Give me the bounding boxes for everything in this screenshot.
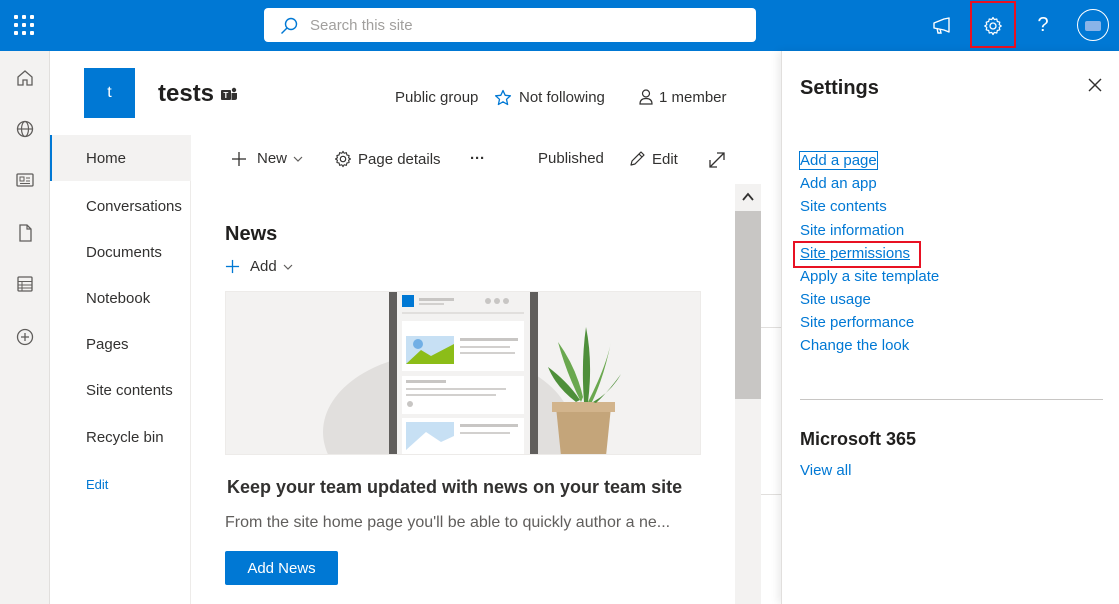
person-icon bbox=[639, 89, 653, 105]
nav-item-site-contents[interactable]: Site contents bbox=[50, 367, 191, 413]
site-navigation: Home Conversations Documents Notebook Pa… bbox=[50, 135, 191, 604]
teams-icon: T bbox=[221, 87, 237, 100]
members-button[interactable]: 1 member bbox=[659, 89, 727, 106]
add-news-button[interactable]: Add News bbox=[225, 551, 338, 585]
news-add-button[interactable]: Add bbox=[225, 258, 293, 275]
home-icon[interactable] bbox=[15, 68, 35, 88]
news-promo-text: From the site home page you'll be able t… bbox=[225, 514, 671, 531]
content-scrollbar[interactable] bbox=[735, 184, 761, 604]
settings-divider bbox=[800, 399, 1103, 400]
list-icon[interactable] bbox=[15, 274, 35, 294]
nav-item-documents[interactable]: Documents bbox=[50, 229, 191, 275]
site-information-link[interactable]: Site information bbox=[800, 222, 904, 239]
svg-text:T: T bbox=[223, 91, 228, 100]
app-launcher-icon[interactable] bbox=[14, 15, 34, 35]
page-details-button[interactable]: Page details bbox=[334, 150, 441, 168]
plus-icon bbox=[232, 151, 246, 166]
scrollbar-thumb[interactable] bbox=[735, 211, 761, 399]
divider bbox=[761, 494, 781, 495]
add-circle-icon[interactable] bbox=[15, 327, 35, 347]
news-icon[interactable] bbox=[15, 170, 35, 190]
apply-site-template-link[interactable]: Apply a site template bbox=[800, 268, 939, 285]
nav-item-recycle-bin[interactable]: Recycle bin bbox=[50, 414, 191, 460]
chevron-down-icon bbox=[293, 156, 303, 162]
settings-panel-title: Settings bbox=[800, 77, 879, 99]
close-icon[interactable] bbox=[1085, 75, 1105, 95]
nav-item-conversations[interactable]: Conversations bbox=[50, 183, 191, 229]
pencil-icon bbox=[630, 151, 645, 166]
nav-item-pages[interactable]: Pages bbox=[50, 321, 191, 367]
edit-page-button[interactable]: Edit bbox=[628, 150, 678, 168]
globe-icon[interactable] bbox=[15, 119, 35, 139]
add-an-app-link[interactable]: Add an app bbox=[800, 175, 877, 192]
help-icon[interactable]: ? bbox=[1020, 0, 1066, 51]
site-contents-link[interactable]: Site contents bbox=[800, 198, 887, 215]
search-input[interactable]: Search this site bbox=[310, 17, 413, 34]
gear-icon bbox=[334, 150, 352, 168]
add-a-page-link[interactable]: Add a page bbox=[799, 151, 878, 170]
search-box[interactable]: Search this site bbox=[264, 8, 756, 42]
view-all-link[interactable]: View all bbox=[800, 462, 851, 479]
microsoft-365-heading: Microsoft 365 bbox=[800, 429, 917, 449]
group-type-label: Public group bbox=[395, 89, 479, 106]
more-options-button[interactable]: ··· bbox=[470, 150, 485, 167]
published-status: Published bbox=[538, 150, 604, 167]
search-icon bbox=[281, 17, 298, 34]
site-logo[interactable]: t bbox=[84, 68, 135, 118]
site-permissions-highlight-box bbox=[793, 241, 921, 268]
divider bbox=[761, 327, 781, 328]
change-the-look-link[interactable]: Change the look bbox=[800, 337, 909, 354]
avatar[interactable] bbox=[1077, 9, 1109, 41]
file-icon[interactable] bbox=[15, 223, 35, 243]
gear-highlight-box bbox=[970, 1, 1016, 48]
site-performance-link[interactable]: Site performance bbox=[800, 314, 914, 331]
expand-icon[interactable] bbox=[708, 151, 726, 169]
site-title[interactable]: tests bbox=[158, 80, 214, 108]
nav-item-notebook[interactable]: Notebook bbox=[50, 275, 191, 321]
scroll-up-arrow-icon[interactable] bbox=[742, 192, 754, 202]
new-button[interactable]: New bbox=[231, 150, 303, 167]
plus-icon bbox=[225, 259, 240, 274]
nav-edit-link[interactable]: Edit bbox=[86, 477, 108, 492]
megaphone-icon[interactable] bbox=[919, 0, 965, 51]
nav-item-home[interactable]: Home bbox=[50, 135, 191, 181]
chevron-down-icon bbox=[283, 264, 293, 270]
news-illustration bbox=[225, 291, 701, 455]
follow-button[interactable]: Not following bbox=[519, 89, 605, 106]
news-promo-title: Keep your team updated with news on your… bbox=[227, 477, 683, 497]
app-rail bbox=[0, 51, 50, 604]
news-heading: News bbox=[225, 223, 278, 245]
suite-bar: Search this site ? bbox=[0, 0, 1119, 51]
star-icon[interactable] bbox=[494, 89, 512, 107]
settings-panel: Settings Add a page Add an app Site cont… bbox=[781, 51, 1119, 604]
site-usage-link[interactable]: Site usage bbox=[800, 291, 871, 308]
